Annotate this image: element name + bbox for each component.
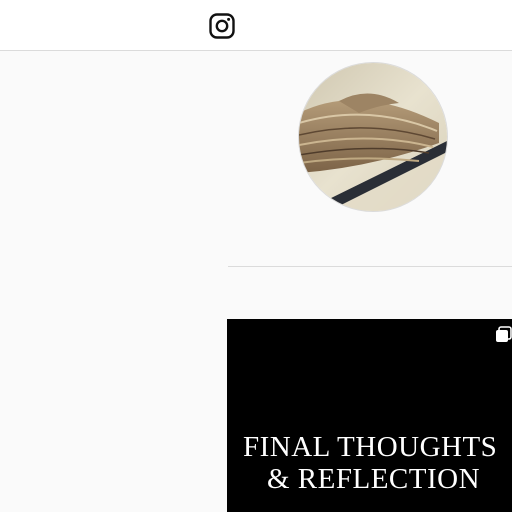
post-title-line-2: & REFLECTION — [267, 463, 481, 495]
profile-avatar[interactable] — [298, 62, 448, 212]
post-title-text: FINAL THOUGHTS & REFLECTION — [227, 431, 512, 495]
post-thumbnail[interactable]: FINAL THOUGHTS & REFLECTION — [227, 319, 512, 512]
post-title-line-1: FINAL THOUGHTS — [243, 431, 498, 463]
old-book-photo — [299, 63, 447, 211]
section-divider — [228, 266, 512, 267]
instagram-icon[interactable] — [208, 12, 236, 40]
top-navigation-bar — [0, 0, 512, 51]
multiple-posts-icon — [495, 326, 512, 344]
